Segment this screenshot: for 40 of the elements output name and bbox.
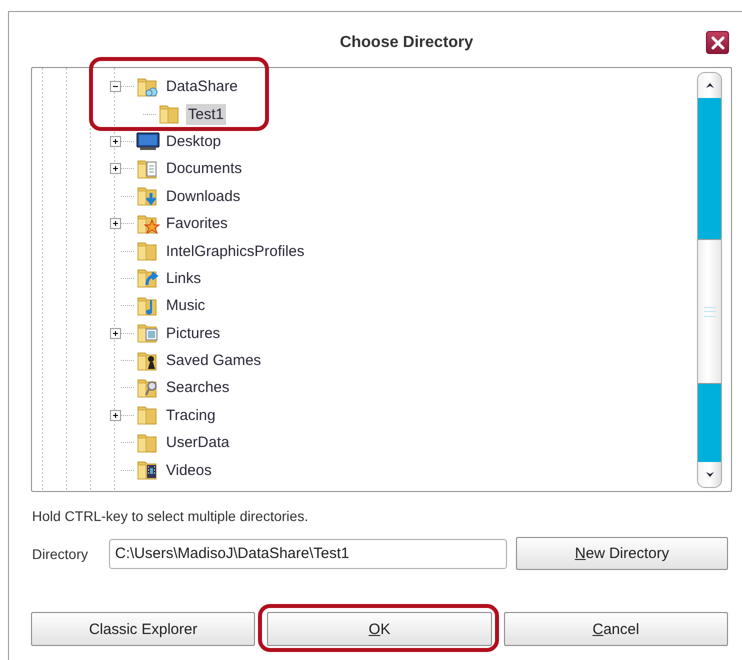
folder-item[interactable]: Tracing xyxy=(164,404,218,426)
folder-item[interactable]: Saved Games xyxy=(164,350,264,372)
scroll-up-icon[interactable] xyxy=(704,82,714,89)
expand-toggle[interactable] xyxy=(110,410,121,421)
dialog-button[interactable]: Classic Explorer xyxy=(31,612,256,646)
folder-item[interactable]: UserData xyxy=(164,432,232,454)
directory-field[interactable]: C:\Users\MadisoJ\DataShare\Test1 xyxy=(109,538,507,568)
monitor-icon xyxy=(136,130,160,152)
pictures-folder-icon xyxy=(136,322,160,344)
hint-text: Hold CTRL-key to select multiple directories. xyxy=(32,508,310,526)
folder-item[interactable]: Favorites xyxy=(164,213,230,234)
link-arrow-folder-icon xyxy=(136,267,160,290)
folder-item[interactable]: Downloads xyxy=(164,186,242,207)
folder-item[interactable]: Searches xyxy=(164,377,232,398)
folder-item[interactable]: Links xyxy=(164,268,204,289)
expand-toggle[interactable] xyxy=(110,328,121,339)
new-directory-button[interactable]: New Directory xyxy=(516,537,728,570)
folder-item[interactable]: Music xyxy=(164,295,208,316)
folder-item[interactable]: Pictures xyxy=(164,322,222,344)
expand-toggle[interactable] xyxy=(110,163,121,174)
expand-toggle[interactable] xyxy=(110,136,121,147)
folder-item[interactable]: Videos xyxy=(164,460,214,481)
dialog-button[interactable]: OK xyxy=(267,612,492,646)
scroll-down-icon[interactable] xyxy=(704,471,714,478)
dialog-button[interactable]: Cancel xyxy=(504,612,728,646)
collapse-toggle[interactable] xyxy=(110,81,121,92)
scroll-thumb[interactable] xyxy=(698,239,721,384)
close-icon xyxy=(710,36,724,50)
folder-item[interactable]: IntelGraphicsProfiles xyxy=(164,240,306,262)
dialog-title: Choose Directory xyxy=(340,34,474,52)
folder-item[interactable]: Desktop xyxy=(164,130,224,152)
folder-item[interactable]: Documents xyxy=(164,158,244,180)
expand-toggle[interactable] xyxy=(110,218,121,230)
star-folder-icon xyxy=(136,212,160,235)
folder-item[interactable]: DataShare xyxy=(164,76,240,98)
vertical-scrollbar[interactable] xyxy=(697,72,722,488)
folder-item[interactable]: Test1 xyxy=(186,104,226,125)
directory-label: Directory xyxy=(32,546,90,562)
cloud-folder-icon xyxy=(136,76,160,98)
close-button[interactable] xyxy=(706,31,729,54)
